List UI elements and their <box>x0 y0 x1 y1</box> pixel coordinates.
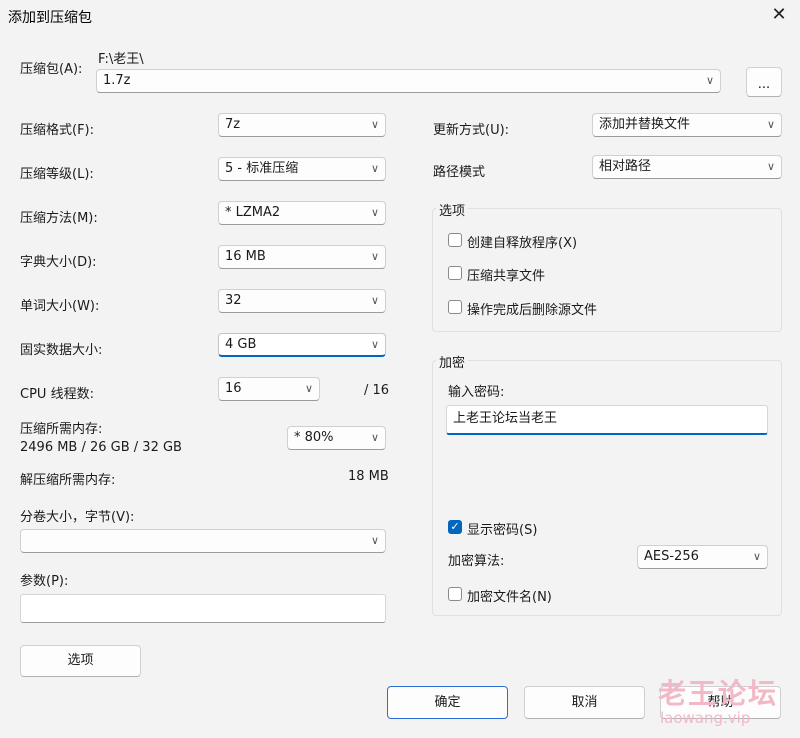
word-label: 单词大小(W): <box>20 299 100 314</box>
enc-method-value: AES-256 <box>644 549 699 564</box>
dict-label: 字典大小(D): <box>20 255 97 270</box>
window-title: 添加到压缩包 <box>8 10 92 26</box>
word-select[interactable]: 32 ∨ <box>218 289 386 313</box>
params-label: 参数(P): <box>20 574 69 589</box>
update-select[interactable]: 添加并替换文件 ∨ <box>592 113 782 137</box>
shared-label[interactable]: 压缩共享文件 <box>467 265 545 284</box>
chevron-down-icon: ∨ <box>370 162 379 175</box>
password-input[interactable]: 上老王论坛当老王 <box>446 405 768 435</box>
chevron-down-icon: ∨ <box>370 338 379 351</box>
dict-value: 16 MB <box>225 249 266 264</box>
chevron-down-icon: ∨ <box>370 294 379 307</box>
archive-name-value: 1.7z <box>103 73 131 88</box>
chevron-down-icon: ∨ <box>705 74 714 87</box>
delete-source-label[interactable]: 操作完成后删除源文件 <box>467 299 597 318</box>
chevron-down-icon: ∨ <box>766 160 775 173</box>
chevron-down-icon: ∨ <box>370 118 379 131</box>
path-mode-select[interactable]: 相对路径 ∨ <box>592 155 782 179</box>
format-select[interactable]: 7z ∨ <box>218 113 386 137</box>
cpu-max: / 16 <box>364 383 390 398</box>
volume-label: 分卷大小，字节(V): <box>20 510 135 525</box>
ok-button[interactable]: 确定 <box>387 686 508 719</box>
solid-label: 固实数据大小: <box>20 343 103 358</box>
encrypt-names-label[interactable]: 加密文件名(N) <box>467 586 552 605</box>
volume-select[interactable]: ∨ <box>20 529 386 553</box>
chevron-down-icon: ∨ <box>752 550 761 563</box>
solid-select[interactable]: 4 GB ∨ <box>218 333 386 357</box>
chevron-down-icon: ∨ <box>370 431 379 444</box>
update-label: 更新方式(U): <box>433 123 510 138</box>
close-icon[interactable]: ✕ <box>768 4 790 26</box>
cpu-select[interactable]: 16 ∨ <box>218 377 320 401</box>
level-label: 压缩等级(L): <box>20 167 94 182</box>
archive-name-combo[interactable]: 1.7z ∨ <box>96 69 721 93</box>
mem-compress-value: 2496 MB / 26 GB / 32 GB <box>20 440 182 455</box>
show-password-checkbox[interactable]: ✓ <box>448 520 462 534</box>
chevron-down-icon: ∨ <box>766 118 775 131</box>
check-icon: ✓ <box>450 520 460 533</box>
password-value: 上老王论坛当老王 <box>453 411 558 426</box>
mem-percent-select[interactable]: * 80% ∨ <box>287 426 386 450</box>
archive-path: F:\老王\ <box>98 52 144 67</box>
chevron-down-icon: ∨ <box>370 250 379 263</box>
mem-decompress-label: 解压缩所需内存: <box>20 473 116 488</box>
watermark-url: laowang.vip <box>660 709 751 727</box>
mem-percent-value: * 80% <box>294 430 334 445</box>
solid-value: 4 GB <box>225 337 257 352</box>
sfx-checkbox[interactable] <box>448 233 462 247</box>
options-group-title: 选项 <box>436 200 469 219</box>
params-input[interactable] <box>20 594 386 623</box>
options-button[interactable]: 选项 <box>20 645 141 677</box>
enc-method-label: 加密算法: <box>448 554 505 569</box>
encrypt-names-checkbox[interactable] <box>448 587 462 601</box>
sfx-label[interactable]: 创建自释放程序(X) <box>467 232 577 251</box>
dict-select[interactable]: 16 MB ∨ <box>218 245 386 269</box>
browse-button[interactable]: ... <box>746 67 782 97</box>
method-value: * LZMA2 <box>225 205 281 220</box>
shared-checkbox[interactable] <box>448 266 462 280</box>
format-label: 压缩格式(F): <box>20 123 95 138</box>
password-label: 输入密码: <box>448 385 505 400</box>
level-select[interactable]: 5 - 标准压缩 ∨ <box>218 157 386 181</box>
cancel-button[interactable]: 取消 <box>524 686 645 719</box>
chevron-down-icon: ∨ <box>370 206 379 219</box>
word-value: 32 <box>225 293 242 308</box>
archive-label: 压缩包(A): <box>20 62 83 77</box>
delete-source-checkbox[interactable] <box>448 300 462 314</box>
method-label: 压缩方法(M): <box>20 211 98 226</box>
method-select[interactable]: * LZMA2 ∨ <box>218 201 386 225</box>
format-value: 7z <box>225 117 241 132</box>
watermark-text: 老王论坛 <box>658 677 779 710</box>
chevron-down-icon: ∨ <box>304 382 313 395</box>
cpu-value: 16 <box>225 381 242 396</box>
update-value: 添加并替换文件 <box>599 117 691 132</box>
path-mode-value: 相对路径 <box>599 159 652 174</box>
mem-compress-label: 压缩所需内存: <box>20 422 103 437</box>
chevron-down-icon: ∨ <box>370 534 379 547</box>
path-mode-label: 路径模式 <box>433 165 486 180</box>
mem-decompress-value: 18 MB <box>348 469 389 484</box>
encryption-group-title: 加密 <box>436 352 469 371</box>
cpu-label: CPU 线程数: <box>20 387 94 402</box>
show-password-label[interactable]: 显示密码(S) <box>467 519 537 538</box>
level-value: 5 - 标准压缩 <box>225 161 299 176</box>
enc-method-select[interactable]: AES-256 ∨ <box>637 545 768 569</box>
